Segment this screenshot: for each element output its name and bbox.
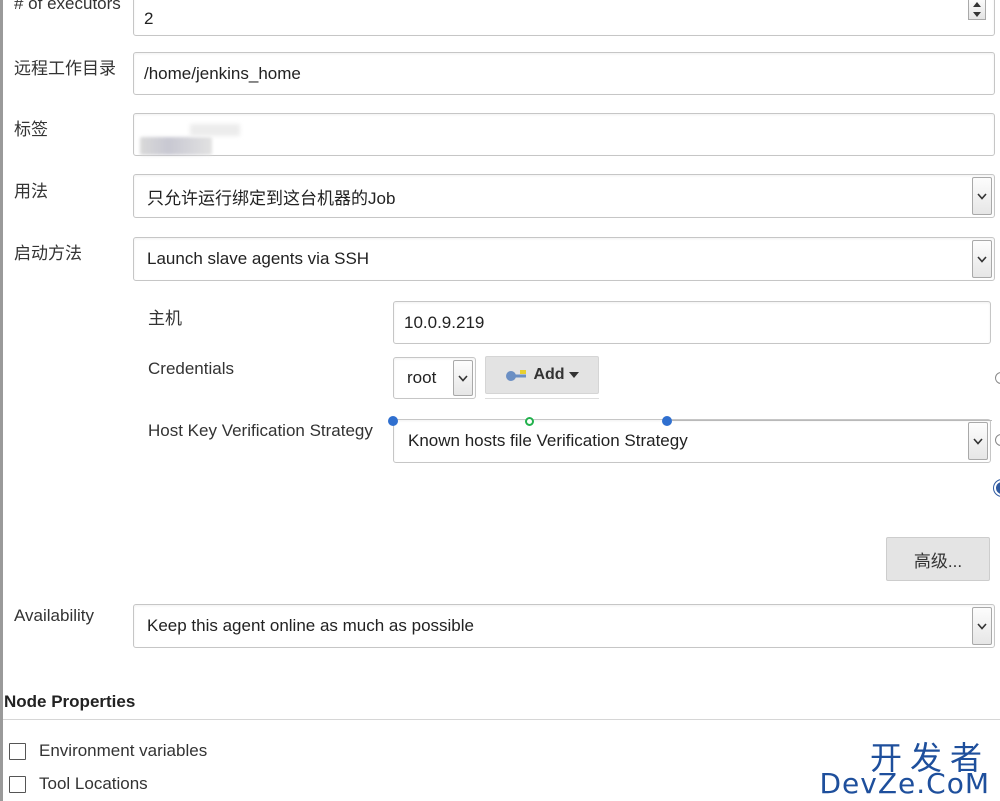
- host-key-strategy-select[interactable]: Known hosts file Verification Strategy: [393, 419, 991, 463]
- scroll-handle[interactable]: [994, 480, 1000, 496]
- advanced-button[interactable]: 高级...: [886, 537, 990, 581]
- remote-dir-label: 远程工作目录: [14, 59, 116, 78]
- usage-label: 用法: [14, 182, 48, 201]
- availability-value: Keep this agent online as much as possib…: [147, 616, 474, 635]
- remote-dir-value: /home/jenkins_home: [144, 63, 301, 83]
- launch-method-value: Launch slave agents via SSH: [147, 249, 370, 268]
- redacted-label-value: [140, 137, 212, 155]
- labels-input[interactable]: [133, 113, 995, 156]
- node-properties-title: Node Properties: [4, 692, 136, 711]
- caret-down-icon: [568, 372, 579, 378]
- credentials-value: root: [407, 368, 437, 387]
- selection-handle-right: [662, 416, 672, 426]
- host-key-strategy-value: Known hosts file Verification Strategy: [408, 431, 688, 450]
- help-icon[interactable]: [995, 434, 1000, 446]
- host-label: 主机: [148, 309, 182, 328]
- selection-handle-center: [525, 417, 534, 426]
- help-icon[interactable]: [995, 372, 1000, 384]
- node-property-env-vars[interactable]: Environment variables: [9, 741, 207, 761]
- add-credentials-button[interactable]: Add: [485, 356, 599, 394]
- chevron-down-icon[interactable]: [972, 607, 992, 645]
- executors-input[interactable]: 2: [133, 0, 995, 36]
- executors-label: # of executors: [14, 0, 121, 13]
- availability-label: Availability: [14, 606, 95, 625]
- selection-guide-line: [672, 420, 992, 421]
- section-divider: [3, 719, 1000, 720]
- availability-select[interactable]: Keep this agent online as much as possib…: [133, 604, 995, 648]
- redacted-label-value-faint: [190, 124, 240, 136]
- node-property-tool-locations[interactable]: Tool Locations: [9, 774, 148, 794]
- spinner-icon[interactable]: [968, 0, 986, 20]
- host-input[interactable]: 10.0.9.219: [393, 301, 991, 344]
- chevron-down-icon[interactable]: [972, 177, 992, 215]
- launch-method-select[interactable]: Launch slave agents via SSH: [133, 237, 995, 281]
- chevron-down-icon[interactable]: [968, 422, 988, 460]
- tool-locations-checkbox[interactable]: [9, 775, 26, 793]
- page-left-border: [0, 0, 3, 801]
- key-icon: [506, 370, 527, 381]
- launch-label: 启动方法: [14, 244, 82, 263]
- selection-handle-left: [388, 416, 398, 426]
- usage-value: 只允许运行绑定到这台机器的Job: [147, 188, 396, 208]
- tool-locations-label: Tool Locations: [39, 774, 148, 793]
- watermark-logo: 开发者 DevZe.CoM: [819, 733, 998, 800]
- env-vars-checkbox[interactable]: [9, 742, 26, 760]
- chevron-down-icon[interactable]: [972, 240, 992, 278]
- labels-label: 标签: [14, 120, 48, 139]
- host-value: 10.0.9.219: [404, 312, 485, 332]
- env-vars-label: Environment variables: [39, 741, 208, 760]
- credentials-select[interactable]: root: [393, 357, 476, 399]
- watermark-en: DevZe.CoM: [819, 767, 990, 800]
- add-button-divider: [485, 398, 599, 399]
- remote-dir-input[interactable]: /home/jenkins_home: [133, 52, 995, 95]
- chevron-down-icon[interactable]: [453, 360, 473, 396]
- credentials-label: Credentials: [148, 359, 234, 378]
- usage-select[interactable]: 只允许运行绑定到这台机器的Job: [133, 174, 995, 218]
- host-key-label: Host Key Verification Strategy: [148, 421, 373, 440]
- executors-value: 2: [144, 9, 154, 28]
- add-button-label: Add: [533, 366, 565, 383]
